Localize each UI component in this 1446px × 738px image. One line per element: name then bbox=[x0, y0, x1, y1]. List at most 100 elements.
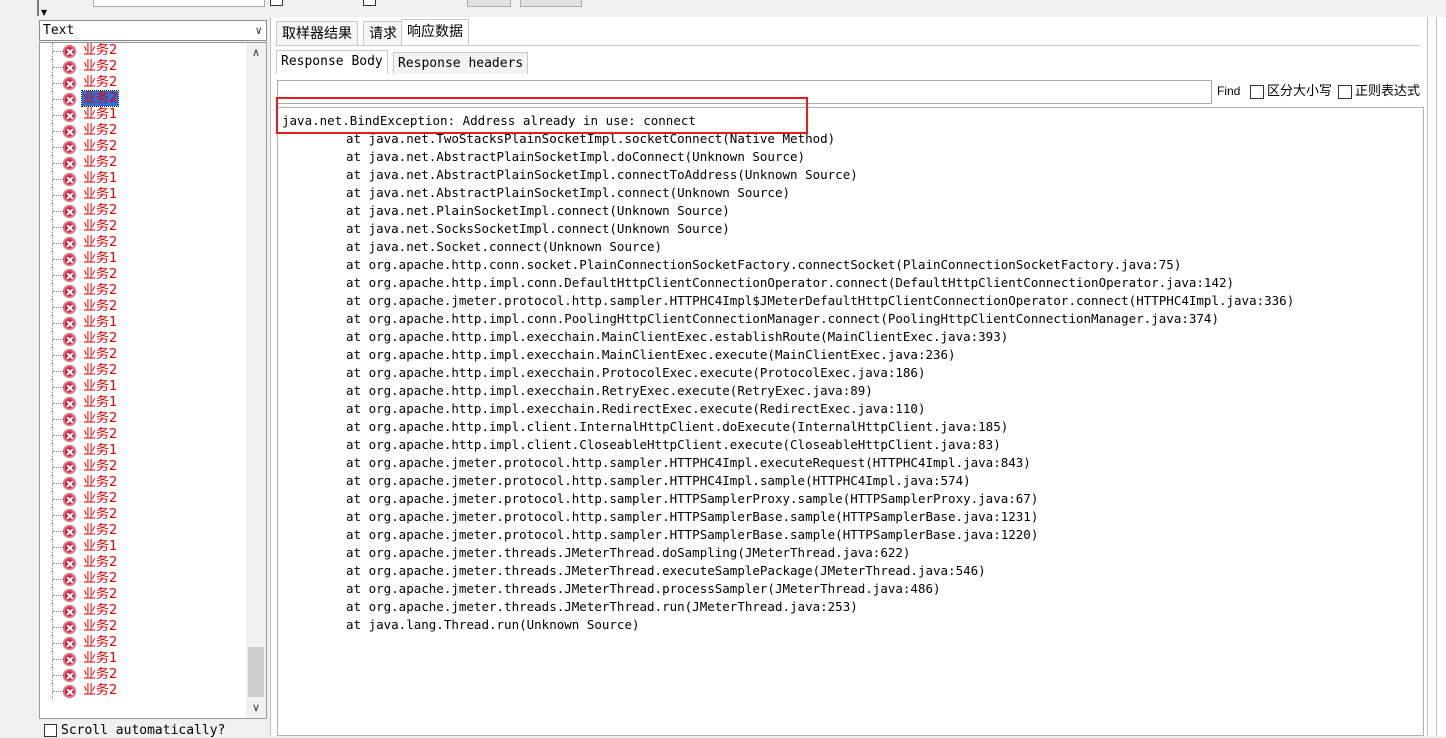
stack-trace-line: at org.apache.jmeter.threads.JMeterThrea… bbox=[346, 581, 941, 596]
tree-item[interactable]: 业务2 bbox=[40, 635, 246, 651]
regex-checkbox[interactable]: 正则表达式 bbox=[1338, 83, 1420, 99]
toolbar-button[interactable] bbox=[467, 0, 511, 7]
tree-item[interactable]: 业务1 bbox=[40, 251, 246, 267]
tree-item[interactable]: 业务2 bbox=[40, 235, 246, 251]
tree-item-label: 业务2 bbox=[83, 43, 118, 58]
tree-item[interactable]: 业务2 bbox=[40, 491, 246, 507]
tree-item-label: 业务2 bbox=[83, 571, 118, 586]
tree-item[interactable]: 业务1 bbox=[40, 539, 246, 555]
toolbar-text-field[interactable] bbox=[93, 0, 265, 7]
toolbar-checkbox[interactable] bbox=[270, 0, 283, 6]
tree-connector bbox=[52, 363, 63, 379]
tree-item-label: 业务2 bbox=[83, 411, 118, 426]
tree-connector bbox=[52, 475, 63, 491]
tree-item[interactable]: 业务1 bbox=[40, 107, 246, 123]
tree-item[interactable]: 业务2 bbox=[40, 331, 246, 347]
tree-item[interactable]: 业务2 bbox=[40, 299, 246, 315]
checkbox-box[interactable] bbox=[1250, 84, 1264, 99]
tree-item[interactable]: 业务2 bbox=[40, 427, 246, 443]
chevron-down-icon[interactable]: ∨ bbox=[255, 21, 262, 40]
tree-item-label: 业务2 bbox=[83, 555, 118, 570]
tree-item[interactable]: 业务2 bbox=[40, 475, 246, 491]
tree-item[interactable]: 业务1 bbox=[40, 395, 246, 411]
tree-item[interactable]: 业务2 bbox=[40, 555, 246, 571]
tree-item[interactable]: 业务2 bbox=[40, 123, 246, 139]
toolbar-button[interactable] bbox=[520, 0, 582, 7]
tree-item[interactable]: 业务1 bbox=[40, 315, 246, 331]
tree-connector bbox=[52, 555, 63, 571]
results-tree[interactable]: 业务2 业务2 业务2 业务2 业务1 业务2 业务2 业务2 业务1 业务1 业务2 业务2 业务2 业… bbox=[39, 42, 267, 719]
tree-item[interactable]: 业务2 bbox=[40, 90, 246, 107]
tree-item[interactable]: 业务1 bbox=[40, 379, 246, 395]
tab-sampler-result[interactable]: 取样器结果 bbox=[276, 21, 358, 45]
tree-connector bbox=[52, 315, 63, 331]
checkbox-box[interactable] bbox=[1338, 84, 1352, 99]
case-sensitive-checkbox[interactable]: 区分大小写 bbox=[1250, 83, 1332, 99]
tree-item[interactable]: 业务2 bbox=[40, 459, 246, 475]
checkbox-box[interactable] bbox=[44, 724, 57, 737]
tree-item-label: 业务2 bbox=[83, 219, 118, 234]
tree-item[interactable]: 业务2 bbox=[40, 667, 246, 683]
tab-response-headers[interactable]: Response headers bbox=[393, 52, 529, 74]
tree-item[interactable]: 业务2 bbox=[40, 75, 246, 91]
case-sensitive-label: 区分大小写 bbox=[1267, 83, 1333, 98]
stack-trace-line: at org.apache.http.conn.socket.PlainConn… bbox=[346, 257, 1182, 272]
tree-connector bbox=[52, 331, 63, 347]
response-body-text-area[interactable]: java.net.BindException: Address already … bbox=[277, 107, 1424, 736]
renderer-select[interactable]: Text ∨ bbox=[39, 20, 267, 41]
tree-item[interactable]: 业务2 bbox=[40, 523, 246, 539]
tree-item[interactable]: 业务2 bbox=[40, 267, 246, 283]
stack-trace-line: at org.apache.jmeter.protocol.http.sampl… bbox=[346, 491, 1039, 506]
tree-item[interactable]: 业务2 bbox=[40, 203, 246, 219]
tree-item[interactable]: 业务2 bbox=[40, 587, 246, 603]
regex-label: 正则表达式 bbox=[1355, 83, 1421, 98]
tree-item[interactable]: 业务1 bbox=[40, 651, 246, 667]
tree-item[interactable]: 业务2 bbox=[40, 155, 246, 171]
tree-item-label: 业务1 bbox=[83, 539, 118, 554]
scroll-up-icon[interactable]: ∧ bbox=[246, 45, 266, 61]
scroll-thumb[interactable] bbox=[248, 647, 264, 697]
tree-item[interactable]: 业务2 bbox=[40, 347, 246, 363]
tree-item-label: 业务1 bbox=[83, 171, 118, 186]
tree-connector bbox=[52, 411, 63, 427]
tree-item[interactable]: 业务2 bbox=[40, 571, 246, 587]
tree-item[interactable]: 业务2 bbox=[40, 619, 246, 635]
toolbar-checkbox[interactable] bbox=[363, 0, 376, 6]
tree-item[interactable]: 业务2 bbox=[40, 59, 246, 75]
tree-scrollbar[interactable]: ∧ ∨ bbox=[246, 43, 266, 718]
scroll-down-icon[interactable]: ∨ bbox=[246, 700, 266, 716]
tree-item[interactable]: 业务1 bbox=[40, 187, 246, 203]
stack-trace-line: at java.net.SocksSocketImpl.connect(Unkn… bbox=[346, 221, 730, 236]
tree-item[interactable]: 业务2 bbox=[40, 507, 246, 523]
tree-item[interactable]: 业务2 bbox=[40, 411, 246, 427]
tree-item[interactable]: 业务2 bbox=[40, 139, 246, 155]
tree-item[interactable]: 业务1 bbox=[40, 171, 246, 187]
stack-trace-line: at java.net.Socket.connect(Unknown Sourc… bbox=[346, 239, 663, 254]
tree-item[interactable]: 业务2 bbox=[40, 363, 246, 379]
error-icon bbox=[63, 189, 76, 202]
tree-item[interactable]: 业务2 bbox=[40, 43, 246, 59]
tree-item-label: 业务2 bbox=[83, 427, 118, 442]
stack-trace-line: at org.apache.http.impl.execchain.MainCl… bbox=[346, 329, 1009, 344]
exception-highlight-box bbox=[276, 97, 808, 134]
error-icon bbox=[63, 637, 76, 650]
tree-item[interactable]: 业务1 bbox=[40, 443, 246, 459]
tree-item[interactable]: 业务2 bbox=[40, 283, 246, 299]
tree-item[interactable]: 业务2 bbox=[40, 683, 246, 699]
tab-request[interactable]: 请求 bbox=[363, 21, 403, 45]
tree-connector bbox=[52, 507, 63, 523]
tab-response-body[interactable]: Response Body bbox=[276, 50, 388, 74]
error-icon bbox=[63, 221, 76, 234]
tree-connector bbox=[52, 171, 63, 187]
tree-connector bbox=[52, 571, 63, 587]
stack-trace-line: at org.apache.http.impl.execchain.Protoc… bbox=[346, 365, 926, 380]
collapse-arrow-icon[interactable]: ▼ bbox=[41, 9, 47, 17]
tree-item-label: 业务2 bbox=[83, 603, 118, 618]
tree-connector bbox=[52, 299, 63, 315]
tab-response-data[interactable]: 响应数据 bbox=[401, 19, 469, 45]
stack-trace-line: at org.apache.http.impl.execchain.RetryE… bbox=[346, 383, 873, 398]
tree-item[interactable]: 业务2 bbox=[40, 603, 246, 619]
tree-connector bbox=[52, 427, 63, 443]
tree-item[interactable]: 业务2 bbox=[40, 219, 246, 235]
error-icon bbox=[63, 269, 76, 282]
